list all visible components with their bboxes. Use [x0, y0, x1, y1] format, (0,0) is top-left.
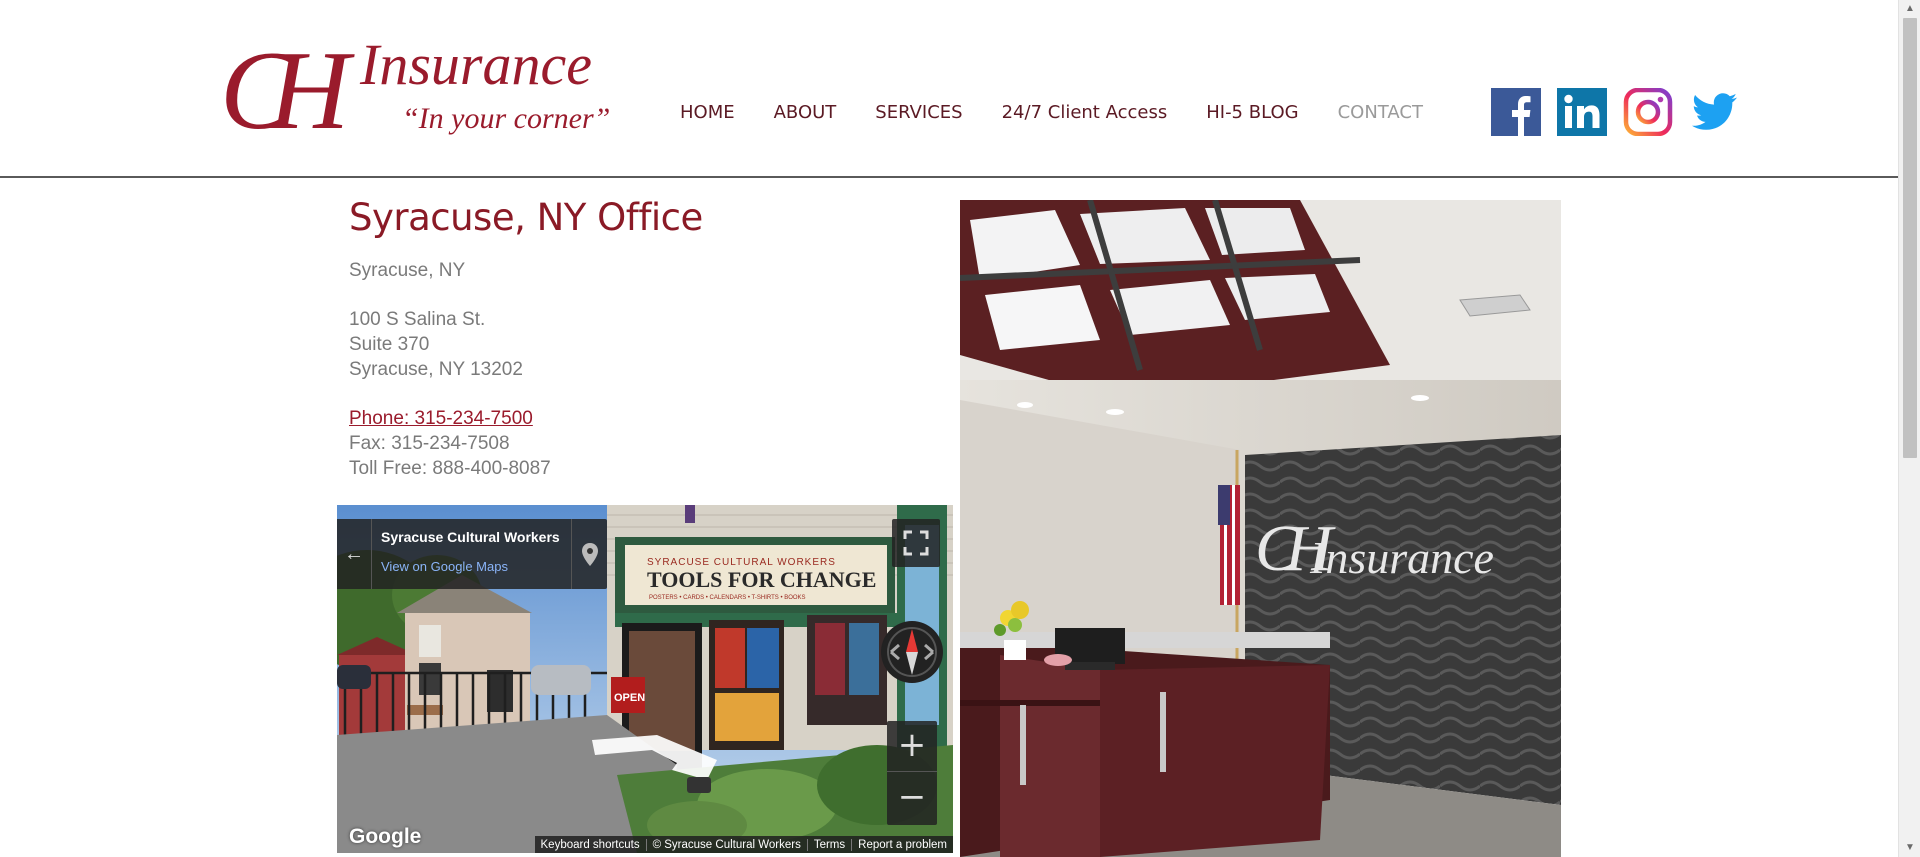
report-problem-link[interactable]: Report a problem: [851, 838, 953, 851]
map-pin-icon[interactable]: [571, 519, 608, 589]
linkedin-icon[interactable]: [1557, 88, 1607, 136]
google-logo: Google: [349, 825, 422, 848]
address-line-2: Suite 370: [349, 334, 430, 355]
logo-wordmark: Insurance: [359, 32, 592, 97]
social-links: [1491, 88, 1755, 136]
office-reception-photo: CH Insurance: [960, 200, 1561, 857]
twitter-icon[interactable]: [1689, 88, 1739, 136]
compass-icon[interactable]: [881, 621, 943, 683]
toll-free-number: Toll Free: 888-400-8087: [349, 458, 551, 479]
office-title: Syracuse, NY Office: [349, 196, 703, 239]
site-header: CH Insurance “In your corner” HOME ABOUT…: [0, 0, 1898, 178]
company-logo[interactable]: CH Insurance “In your corner”: [220, 10, 650, 145]
terms-link[interactable]: Terms: [806, 838, 851, 851]
zoom-controls: + −: [887, 721, 937, 825]
place-card: ← Syracuse Cultural Workers View on Goog…: [337, 519, 607, 589]
scroll-thumb[interactable]: [1903, 18, 1917, 458]
copyright-text: © Syracuse Cultural Workers: [645, 838, 807, 851]
logo-monogram: CH: [220, 29, 355, 145]
open-sign: OPEN: [614, 692, 645, 704]
address-line-3: Syracuse, NY 13202: [349, 359, 523, 380]
nav-services[interactable]: SERVICES: [875, 102, 962, 123]
keyboard-shortcuts-link[interactable]: Keyboard shortcuts: [535, 839, 646, 851]
place-name: Syracuse Cultural Workers: [381, 529, 560, 545]
map-footer: Keyboard shortcuts © Syracuse Cultural W…: [534, 836, 953, 853]
street-view-embed[interactable]: SYRACUSE CULTURAL WORKERS TOOLS FOR CHAN…: [337, 505, 953, 853]
office-city: Syracuse, NY: [349, 260, 466, 281]
scroll-down-arrow-icon[interactable]: ▼: [1899, 839, 1920, 857]
scroll-up-arrow-icon[interactable]: ▲: [1899, 0, 1920, 18]
logo-tagline: “In your corner”: [402, 102, 610, 135]
nav-home[interactable]: HOME: [680, 102, 735, 123]
store-sign: TOOLS FOR CHANGE: [647, 567, 876, 592]
nav-contact[interactable]: CONTACT: [1338, 102, 1423, 123]
address-line-1: 100 S Salina St.: [349, 309, 486, 330]
main-navigation: HOME ABOUT SERVICES 24/7 Client Access H…: [680, 96, 1462, 128]
nav-client-access[interactable]: 24/7 Client Access: [1002, 102, 1168, 123]
fullscreen-icon[interactable]: [892, 519, 940, 567]
wall-logo-text: Insurance: [1309, 532, 1494, 583]
phone-link[interactable]: Phone: 315-234-7500: [349, 408, 533, 429]
view-on-google-maps-link[interactable]: View on Google Maps: [381, 559, 508, 574]
zoom-out-button[interactable]: −: [887, 773, 937, 823]
back-arrow-icon[interactable]: ←: [337, 519, 372, 589]
fax-number: Fax: 315-234-7508: [349, 433, 510, 454]
nav-blog[interactable]: HI-5 BLOG: [1206, 102, 1298, 123]
page-scrollbar[interactable]: ▲ ▼: [1898, 0, 1920, 857]
store-sign-subtext: POSTERS • CARDS • CALENDARS • T-SHIRTS •…: [649, 595, 806, 601]
zoom-in-button[interactable]: +: [887, 721, 937, 772]
instagram-icon[interactable]: [1623, 88, 1673, 136]
nav-about[interactable]: ABOUT: [774, 102, 837, 123]
facebook-icon[interactable]: [1491, 88, 1541, 136]
